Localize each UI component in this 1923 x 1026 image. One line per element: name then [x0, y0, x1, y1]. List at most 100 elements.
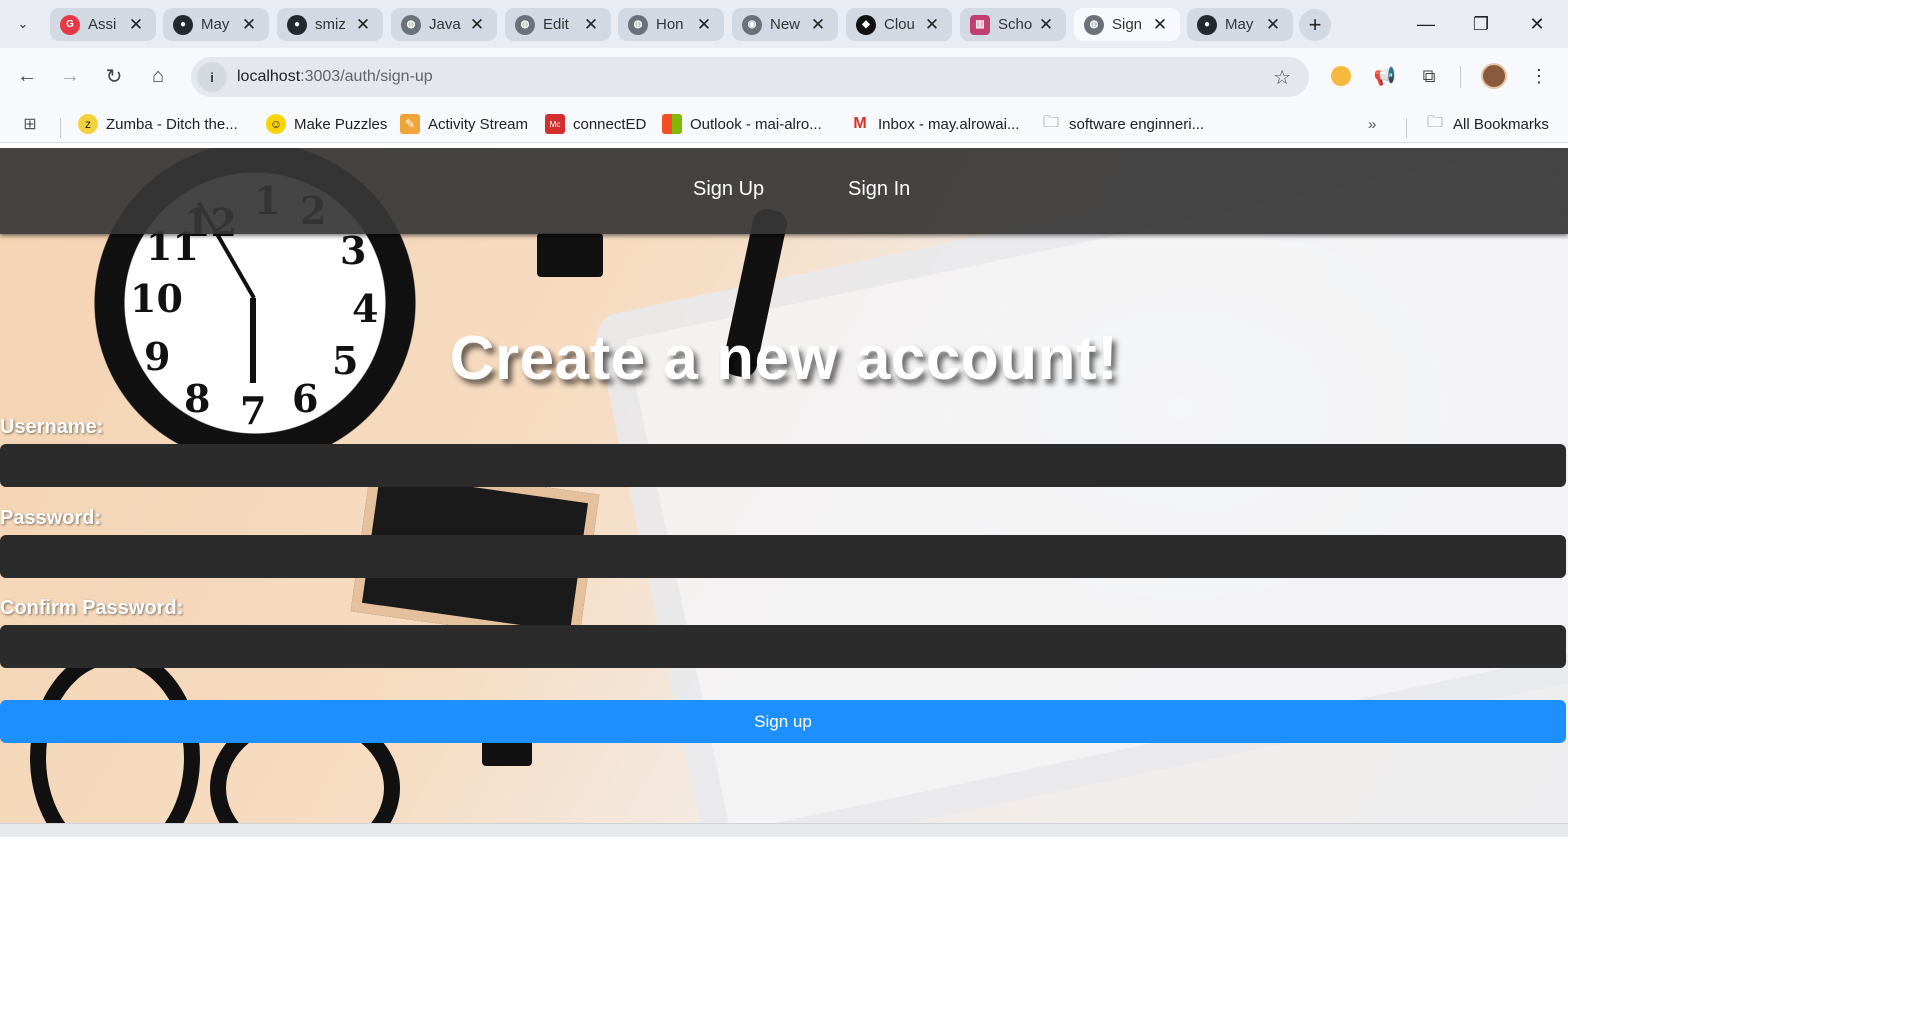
background-clock-numeral: 3 [340, 228, 367, 273]
close-icon[interactable]: ✕ [922, 15, 942, 35]
url-text[interactable]: localhost:3003/auth/sign-up [237, 68, 433, 86]
bookmark-make-puzzles[interactable]: ☺ Make Puzzles [266, 111, 387, 137]
bookmark-zumba[interactable]: z Zumba - Ditch the... [78, 111, 238, 137]
tab-0[interactable]: G Assi ✕ [50, 8, 156, 41]
megaphone-icon: 📢 [1373, 65, 1397, 86]
reload-icon: ↻ [105, 65, 123, 88]
close-icon[interactable]: ✕ [467, 15, 487, 35]
arrow-left-icon: ← [17, 64, 37, 87]
close-icon[interactable]: ✕ [353, 15, 373, 35]
folder-icon: 🗀 [1426, 113, 1443, 131]
bookmark-gmail[interactable]: M Inbox - may.alrowai... [850, 111, 1019, 137]
background-binder-clip [537, 233, 603, 277]
tab-strip: ⌄ G Assi ✕ ● May ✕ ● smiz ✕ ◍ Java ✕ ◍ E… [0, 0, 1568, 48]
nav-sign-in-link[interactable]: Sign In [848, 178, 910, 201]
chevron-double-right-icon: » [1368, 115, 1377, 133]
tab-8[interactable]: ▥ Scho ✕ [960, 8, 1066, 41]
username-label: Username: [0, 416, 104, 438]
home-icon: ⌂ [151, 64, 165, 87]
background-clock-numeral: 10 [130, 276, 183, 321]
tab-1[interactable]: ● May ✕ [163, 8, 269, 41]
tab-10[interactable]: ● May ✕ [1187, 8, 1293, 41]
url-path: :3003/auth/sign-up [300, 68, 433, 85]
cloud-icon: ◆ [856, 14, 876, 35]
bookmarks-divider [60, 118, 61, 138]
globe-icon: ◍ [628, 14, 648, 35]
trello-icon: ▥ [970, 14, 990, 35]
all-bookmarks-button[interactable]: 🗀 All Bookmarks [1425, 111, 1549, 137]
reload-button[interactable]: ↻ [98, 60, 130, 92]
bookmark-outlook[interactable]: Outlook - mai-alro... [662, 111, 822, 137]
apps-button[interactable]: ⊞ [20, 111, 48, 137]
browser-menu-button[interactable]: ⋮ [1525, 62, 1553, 90]
address-bar[interactable]: i localhost:3003/auth/sign-up ☆ [191, 57, 1309, 97]
new-tab-button[interactable]: + [1299, 9, 1331, 41]
tab-9-active[interactable]: ◍ Sign ✕ [1074, 8, 1180, 41]
tab-4[interactable]: ◍ Edit ✕ [505, 8, 611, 41]
globe-icon: ◍ [1084, 14, 1104, 35]
close-icon[interactable]: ✕ [1263, 15, 1283, 35]
avatar [1481, 63, 1507, 89]
browser-toolbar: ← → ↻ ⌂ i localhost:3003/auth/sign-up ☆ … [0, 48, 1568, 105]
github-icon: ● [1197, 14, 1217, 35]
tab-7[interactable]: ◆ Clou ✕ [846, 8, 952, 41]
close-icon[interactable]: ✕ [808, 15, 828, 35]
close-icon[interactable]: ✕ [581, 15, 601, 35]
bookmarks-bar: ⊞ z Zumba - Ditch the... ☺ Make Puzzles … [0, 105, 1568, 143]
chevron-down-icon: ⌄ [17, 16, 29, 31]
nav-sign-up-link[interactable]: Sign Up [693, 178, 764, 201]
red-badge-icon: G [60, 14, 80, 35]
extension-megaphone-icon[interactable]: 📢 [1371, 62, 1399, 90]
close-icon[interactable]: ✕ [1036, 15, 1056, 35]
close-window-button[interactable]: ✕ [1514, 8, 1560, 40]
globe-icon: ◍ [515, 14, 535, 35]
close-icon: ✕ [1529, 13, 1545, 34]
tab-3[interactable]: ◍ Java ✕ [391, 8, 497, 41]
puzzle-icon: ⧉ [1422, 65, 1436, 86]
site-info-icon[interactable]: i [197, 62, 227, 92]
background-clock-numeral: 7 [240, 388, 267, 433]
forward-button[interactable]: → [54, 60, 86, 92]
apps-grid-icon: ⊞ [23, 116, 37, 133]
toolbar-divider [1460, 66, 1461, 88]
mcgraw-hill-icon: Mc [545, 114, 565, 134]
minimize-icon: — [1417, 13, 1435, 34]
bookmark-activity-stream[interactable]: ✎ Activity Stream [400, 111, 528, 137]
extensions-puzzle-icon[interactable]: ⧉ [1415, 62, 1443, 90]
tab-search-button[interactable]: ⌄ [8, 10, 38, 38]
password-input[interactable] [0, 535, 1566, 578]
extension-sun-icon[interactable] [1327, 62, 1355, 90]
close-icon[interactable]: ✕ [239, 15, 259, 35]
sun-icon [1331, 66, 1351, 86]
tab-5[interactable]: ◍ Hon ✕ [618, 8, 724, 41]
back-button[interactable]: ← [11, 60, 43, 92]
minimize-button[interactable]: — [1403, 8, 1449, 40]
username-input[interactable] [0, 444, 1566, 487]
close-icon[interactable]: ✕ [126, 15, 146, 35]
page-viewport: 12 1 2 3 4 5 6 7 8 9 10 11 Sign Up Sign … [0, 148, 1568, 823]
bookmark-star-icon[interactable]: ☆ [1273, 65, 1291, 90]
home-button[interactable]: ⌂ [142, 60, 174, 92]
close-icon[interactable]: ✕ [694, 15, 714, 35]
bookmark-folder-software[interactable]: 🗀 software enginneri... [1041, 111, 1204, 137]
profile-avatar[interactable] [1480, 62, 1508, 90]
plus-icon: + [1308, 12, 1322, 37]
arrow-right-icon: → [60, 64, 80, 87]
close-icon[interactable]: ✕ [1150, 15, 1170, 35]
zumba-icon: z [78, 114, 98, 134]
sign-up-button[interactable]: Sign up [0, 700, 1566, 743]
url-host: localhost [237, 68, 301, 85]
smiley-icon: ☺ [266, 114, 286, 134]
github-icon: ● [287, 14, 307, 35]
bookmark-connected[interactable]: Mc connectED [545, 111, 646, 137]
restore-button[interactable]: ❐ [1458, 8, 1504, 40]
page-title: Create a new account! [449, 324, 1119, 393]
confirm-password-label: Confirm Password: [0, 597, 184, 619]
bookmarks-divider [1406, 118, 1407, 138]
more-bookmarks-button[interactable]: » [1368, 111, 1376, 137]
pencil-icon: ✎ [400, 114, 420, 134]
confirm-password-input[interactable] [0, 625, 1566, 668]
gmail-icon: M [853, 115, 867, 132]
tab-2[interactable]: ● smiz ✕ [277, 8, 383, 41]
tab-6[interactable]: ◉ New ✕ [732, 8, 838, 41]
